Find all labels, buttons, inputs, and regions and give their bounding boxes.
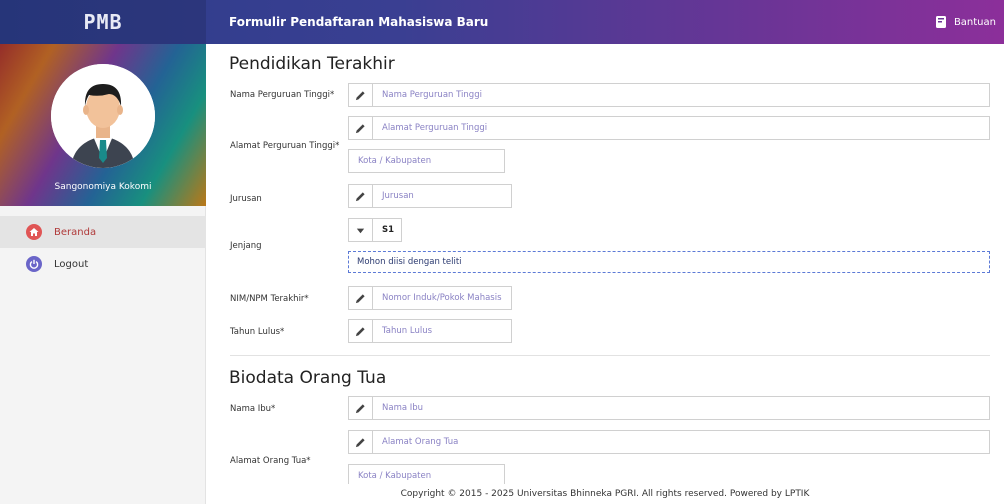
- sidebar-item-label: Beranda: [54, 226, 97, 238]
- avatar: [51, 64, 155, 168]
- pencil-icon: [349, 185, 373, 207]
- caret-down-icon: [349, 219, 373, 241]
- footer-copyright: Copyright © 2015 - 2025 Universitas Bhin…: [206, 484, 1004, 504]
- alamat-ortu-input[interactable]: Alamat Orang Tua: [373, 437, 458, 447]
- section-title-pendidikan: Pendidikan Terakhir: [229, 54, 395, 74]
- jurusan-input[interactable]: Jurusan: [373, 191, 414, 201]
- home-icon: [26, 224, 42, 240]
- form-content: Pendidikan Terakhir Nama Perguruan Tingg…: [206, 44, 1004, 484]
- profile-banner: Sangonomiya Kokomi: [0, 44, 206, 206]
- top-bar: PMB Formulir Pendaftaran Mahasiswa Baru …: [0, 0, 1004, 44]
- jurusan-field[interactable]: Jurusan: [348, 184, 512, 208]
- nama-pt-field[interactable]: Nama Perguruan Tinggi: [348, 83, 990, 107]
- page-title: Formulir Pendaftaran Mahasiswa Baru: [229, 15, 489, 29]
- pencil-icon: [349, 431, 373, 453]
- nama-ibu-input[interactable]: Nama Ibu: [373, 403, 423, 413]
- nim-field[interactable]: Nomor Induk/Pokok Mahasis: [348, 286, 512, 310]
- kota-ortu-placeholder: Kota / Kabupaten: [358, 471, 432, 481]
- section-title-orangtua: Biodata Orang Tua: [229, 368, 387, 388]
- tahun-lulus-input[interactable]: Tahun Lulus: [373, 326, 432, 336]
- kota-pt-input[interactable]: Kota / Kabupaten: [348, 149, 505, 173]
- user-avatar-icon: [51, 64, 155, 168]
- book-icon: [935, 16, 946, 28]
- label-nama-pt: Nama Perguruan Tinggi*: [230, 90, 335, 100]
- kota-ortu-input[interactable]: Kota / Kabupaten: [348, 464, 505, 484]
- jenjang-select[interactable]: S1: [348, 218, 402, 242]
- help-button[interactable]: Bantuan: [934, 0, 996, 44]
- pencil-icon: [349, 117, 373, 139]
- label-alamat-pt: Alamat Perguruan Tinggi*: [230, 141, 340, 151]
- help-label: Bantuan: [953, 16, 996, 28]
- kota-pt-placeholder: Kota / Kabupaten: [358, 156, 432, 166]
- label-alamat-ortu: Alamat Orang Tua*: [230, 456, 311, 466]
- label-jenjang: Jenjang: [230, 241, 262, 251]
- app-logo[interactable]: PMB: [83, 10, 122, 34]
- sidebar-item-label: Logout: [54, 258, 89, 270]
- alamat-pt-field[interactable]: Alamat Perguruan Tinggi: [348, 116, 990, 140]
- alamat-pt-input[interactable]: Alamat Perguruan Tinggi: [373, 123, 487, 133]
- tahun-lulus-field[interactable]: Tahun Lulus: [348, 319, 512, 343]
- username: Sangonomiya Kokomi: [54, 182, 152, 192]
- power-icon: [26, 256, 42, 272]
- sidebar-menu: Beranda Logout: [0, 216, 206, 280]
- pencil-icon: [349, 84, 373, 106]
- nama-ibu-field[interactable]: Nama Ibu: [348, 396, 990, 420]
- logo-area[interactable]: PMB: [0, 0, 206, 44]
- label-tahun-lulus: Tahun Lulus*: [230, 327, 285, 337]
- nim-input[interactable]: Nomor Induk/Pokok Mahasis: [373, 293, 502, 303]
- pencil-icon: [349, 397, 373, 419]
- label-jurusan: Jurusan: [230, 194, 262, 204]
- sidebar-item-beranda[interactable]: Beranda: [0, 216, 206, 248]
- label-nim: NIM/NPM Terakhir*: [230, 294, 309, 304]
- info-note: Mohon diisi dengan teliti: [348, 251, 990, 273]
- jenjang-value: S1: [382, 225, 395, 235]
- pencil-icon: [349, 287, 373, 309]
- sidebar: Sangonomiya Kokomi Beranda Logout: [0, 44, 206, 504]
- pencil-icon: [349, 320, 373, 342]
- alamat-ortu-field[interactable]: Alamat Orang Tua: [348, 430, 990, 454]
- nama-pt-input[interactable]: Nama Perguruan Tinggi: [373, 90, 482, 100]
- label-nama-ibu: Nama Ibu*: [230, 404, 276, 414]
- section-divider: [230, 355, 990, 356]
- sidebar-item-logout[interactable]: Logout: [0, 248, 206, 280]
